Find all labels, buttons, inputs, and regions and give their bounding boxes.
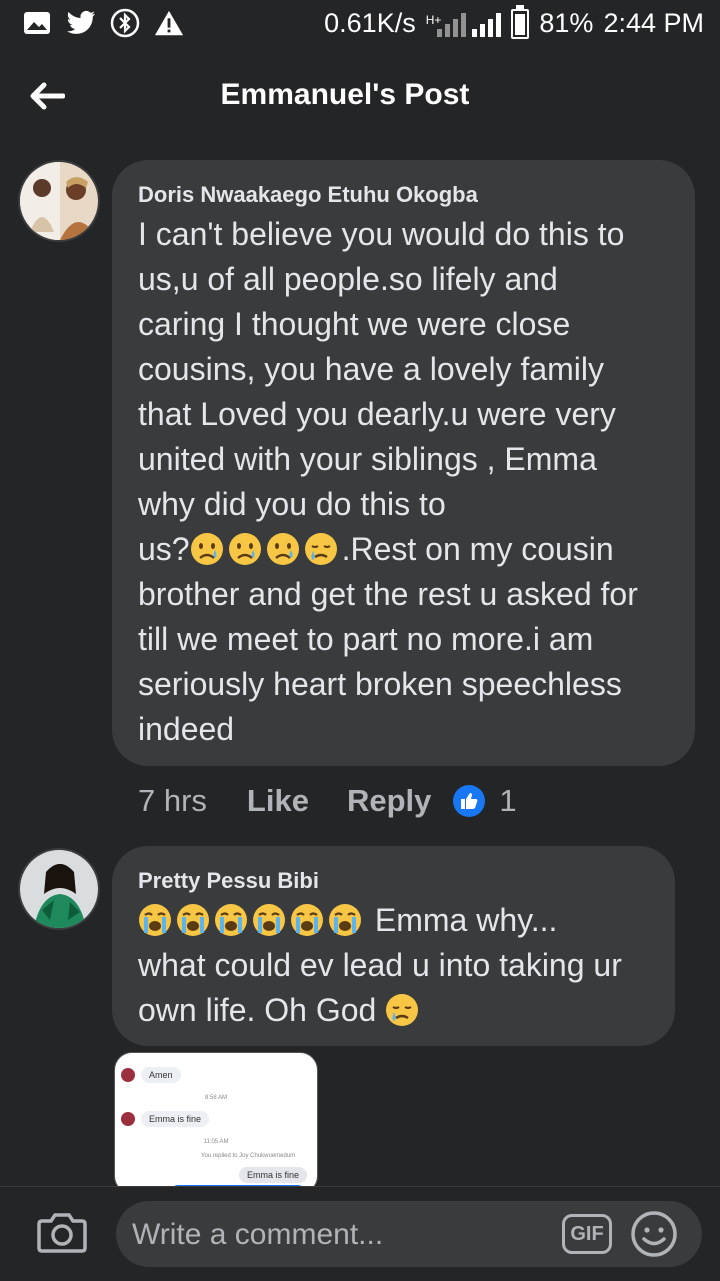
- comment-author[interactable]: Pretty Pessu Bibi: [138, 868, 319, 894]
- avatar: [121, 1068, 135, 1082]
- comment-actions: 7 hrs Like Reply 1: [138, 778, 517, 824]
- battery-icon: [511, 4, 530, 39]
- image-icon: [22, 8, 52, 38]
- page-title: Emmanuel's Post: [220, 78, 470, 111]
- reaction-count[interactable]: 1: [499, 783, 516, 819]
- reply-button[interactable]: Reply: [347, 783, 431, 819]
- bluetooth-icon: [110, 8, 140, 38]
- avatar[interactable]: [18, 160, 100, 242]
- crying-emoji-icon: [138, 903, 172, 937]
- sad-tear-emoji-icon: [190, 532, 224, 566]
- avatar: [121, 1112, 135, 1126]
- status-bar: 0.61K/s H+ 81% 2:44 PM: [0, 0, 720, 50]
- reply-note: You replied to Joy Chukwuemedum: [201, 1153, 296, 1159]
- smiley-icon[interactable]: [630, 1210, 678, 1258]
- like-button[interactable]: Like: [247, 783, 309, 819]
- comment-time: 7 hrs: [138, 783, 207, 818]
- sad-tear-emoji-icon: [228, 532, 262, 566]
- comment-input[interactable]: Write a comment... GIF: [116, 1201, 702, 1267]
- battery-level: 81%: [539, 8, 594, 38]
- net-speed: 0.61K/s: [324, 8, 416, 38]
- twitter-icon: [66, 8, 96, 38]
- crying-emoji-icon: [290, 903, 324, 937]
- comment-text: I can't believe you would do this to us,…: [138, 216, 638, 747]
- comment-bubble[interactable]: Doris Nwaakaego Etuhu Okogba I can't bel…: [112, 160, 695, 766]
- attached-screenshot[interactable]: Amen 8:58 AM Emma is fine 11:05 AM You r…: [114, 1052, 318, 1194]
- network-type: H+: [425, 12, 442, 27]
- signal-icon: [472, 11, 502, 37]
- comment-text: Emma why... what could ev lead u into ta…: [138, 902, 622, 1028]
- chat-timestamp: 8:58 AM: [204, 1095, 227, 1101]
- chat-timestamp: 11:05 AM: [203, 1139, 229, 1145]
- avatar[interactable]: [18, 848, 100, 930]
- thumbs-up-icon[interactable]: [453, 785, 486, 817]
- sad-sweat-emoji-icon: [304, 532, 338, 566]
- comment-placeholder: Write a comment...: [132, 1218, 384, 1251]
- quoted-message: Emma is fine: [239, 1167, 308, 1183]
- crying-emoji-icon: [214, 903, 248, 937]
- crying-emoji-icon: [328, 903, 362, 937]
- comment-author[interactable]: Doris Nwaakaego Etuhu Okogba: [138, 182, 478, 208]
- comment-bar: Write a comment... GIF: [0, 1186, 720, 1281]
- clock: 2:44 PM: [603, 8, 704, 38]
- chat-message: Amen: [121, 1067, 181, 1083]
- header: Emmanuel's Post: [0, 50, 720, 142]
- comment-bubble[interactable]: Pretty Pessu Bibi Emma why... what could…: [112, 846, 675, 1046]
- signal-icon: [437, 11, 467, 37]
- gif-button[interactable]: GIF: [562, 1214, 612, 1254]
- camera-icon[interactable]: [36, 1209, 88, 1255]
- sad-sweat-emoji-icon: [385, 993, 419, 1027]
- sad-tear-emoji-icon: [266, 532, 300, 566]
- chat-message: Emma is fine: [121, 1111, 210, 1127]
- crying-emoji-icon: [252, 903, 286, 937]
- warning-icon: [154, 8, 184, 38]
- crying-emoji-icon: [176, 903, 210, 937]
